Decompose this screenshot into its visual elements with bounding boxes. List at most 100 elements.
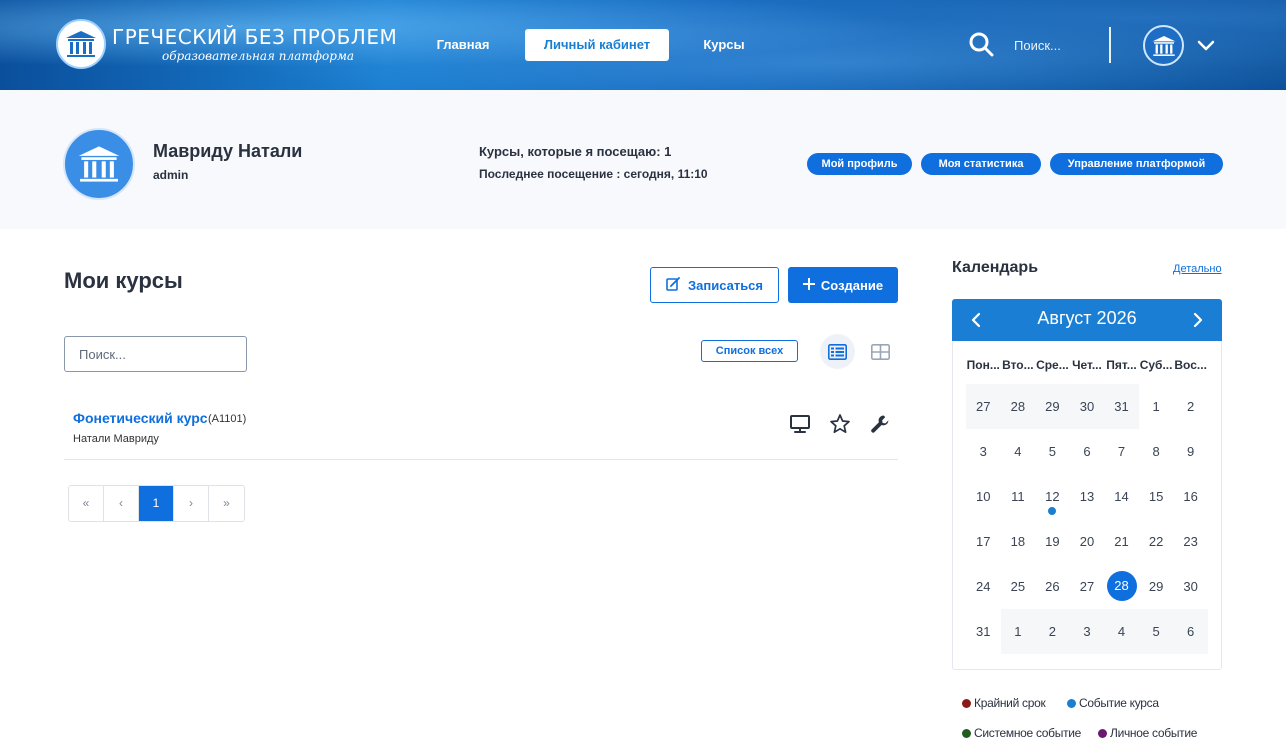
create-label: Создание <box>820 277 884 293</box>
weekday: Сре... <box>1036 358 1069 372</box>
calendar-day[interactable]: 26 <box>1035 564 1070 609</box>
calendar-day[interactable]: 10 <box>966 474 1001 519</box>
calendar-day[interactable]: 1 <box>1139 384 1174 429</box>
calendar-week: 27 28 29 30 31 1 2 <box>966 384 1208 429</box>
calendar-detail-link[interactable]: Детально <box>1173 263 1222 275</box>
nav-home[interactable]: Главная <box>425 29 501 61</box>
pagination: « ‹ 1 › » <box>68 485 245 522</box>
calendar-day[interactable]: 4 <box>1104 609 1139 654</box>
page-first[interactable]: « <box>69 486 104 521</box>
legend-label: Личное событие <box>1110 726 1198 739</box>
calendar-week: 17 18 19 20 21 22 23 <box>966 519 1208 564</box>
calendar-day[interactable]: 2 <box>1173 384 1208 429</box>
calendar-day[interactable]: 15 <box>1139 474 1174 519</box>
course-code: (A1101) <box>208 413 247 425</box>
search-icon[interactable] <box>968 31 994 57</box>
legend-deadline: Крайний срок <box>962 696 1046 710</box>
calendar-day[interactable]: 13 <box>1070 474 1105 519</box>
weekday: Суб... <box>1139 358 1173 372</box>
last-visit: Последнее посещение : сегодня, 11:10 <box>479 167 708 181</box>
legend-label: Событие курса <box>1079 696 1159 710</box>
my-profile-button[interactable]: Мой профиль <box>807 153 912 175</box>
page-title: Мои курсы <box>64 268 183 293</box>
calendar-day[interactable]: 1 <box>1000 609 1036 654</box>
page-prev[interactable]: ‹ <box>104 486 139 521</box>
star-icon[interactable] <box>829 413 851 435</box>
calendar-day[interactable]: 2 <box>1035 609 1070 654</box>
calendar-day[interactable]: 25 <box>1001 564 1036 609</box>
calendar-day[interactable]: 20 <box>1070 519 1105 564</box>
calendar-day[interactable]: 27 <box>966 384 1001 429</box>
calendar-week: 10 11 12 13 14 15 16 <box>966 474 1208 519</box>
calendar-day[interactable]: 11 <box>1001 474 1036 519</box>
page-next[interactable]: › <box>174 486 209 521</box>
page-last[interactable]: » <box>209 486 244 521</box>
nav-personal-cabinet[interactable]: Личный кабинет <box>525 29 669 61</box>
calendar-day[interactable]: 8 <box>1139 429 1174 474</box>
enroll-button[interactable]: Записаться <box>650 267 779 303</box>
list-item: Фонетический курс (A1101) Натали Мавриду <box>64 398 898 460</box>
calendar-day[interactable]: 23 <box>1173 519 1208 564</box>
calendar-day[interactable]: 14 <box>1104 474 1139 519</box>
weekday: Вто... <box>1002 358 1034 372</box>
platform-management-button[interactable]: Управление платформой <box>1050 153 1223 175</box>
calendar-day-today[interactable]: 28 <box>1104 564 1139 609</box>
calendar-title: Календарь <box>952 259 1039 276</box>
calendar-day[interactable]: 30 <box>1173 564 1208 609</box>
calendar-day[interactable]: 24 <box>966 564 1001 609</box>
calendar-day[interactable]: 6 <box>1173 609 1208 654</box>
course-event-dot <box>1048 507 1057 515</box>
calendar-day[interactable]: 27 <box>1070 564 1105 609</box>
course-event-dot <box>1067 698 1076 708</box>
weekday: Вос... <box>1174 358 1207 372</box>
calendar-day[interactable]: 31 <box>966 609 1001 654</box>
calendar-day[interactable]: 19 <box>1035 519 1070 564</box>
calendar-week: 3 4 5 6 7 8 9 <box>966 429 1208 474</box>
my-stats-button[interactable]: Моя статистика <box>921 153 1041 175</box>
calendar-header: Август 2026 <box>952 299 1222 341</box>
calendar-day[interactable]: 31 <box>1104 384 1139 429</box>
desktop-icon[interactable] <box>789 413 811 435</box>
calendar-day[interactable]: 18 <box>1001 519 1036 564</box>
top-header: ГРЕЧЕСКИЙ БЕЗ ПРОБЛЕМ образовательная пл… <box>0 0 1286 90</box>
calendar-day[interactable]: 3 <box>1069 609 1105 654</box>
legend-label: Крайний срок <box>974 696 1046 710</box>
grid-view-icon[interactable] <box>863 334 898 369</box>
calendar-day[interactable]: 28 <box>1000 384 1036 429</box>
create-button[interactable]: Создание <box>788 267 898 303</box>
header-divider <box>1109 27 1111 63</box>
calendar-day-with-event[interactable]: 12 <box>1035 474 1070 519</box>
calendar-day[interactable]: 5 <box>1035 429 1070 474</box>
wrench-icon[interactable] <box>869 413 891 435</box>
list-view-icon[interactable] <box>820 334 855 369</box>
deadline-dot <box>962 698 971 708</box>
course-name-link[interactable]: Фонетический курс <box>73 410 208 426</box>
calendar-day[interactable]: 9 <box>1173 429 1208 474</box>
profile-name: Мавриду Натали <box>153 141 303 161</box>
courses-attending: Курсы, которые я посещаю: 1 <box>479 144 672 159</box>
page-current[interactable]: 1 <box>139 486 174 521</box>
calendar-day[interactable]: 7 <box>1104 429 1139 474</box>
course-search-input[interactable] <box>64 336 247 372</box>
chevron-down-icon[interactable] <box>1196 36 1216 56</box>
day-number: 12 <box>1045 489 1060 504</box>
calendar-day[interactable]: 16 <box>1173 474 1208 519</box>
chevron-right-icon[interactable] <box>1188 310 1208 330</box>
calendar-day[interactable]: 17 <box>966 519 1001 564</box>
calendar-day[interactable]: 5 <box>1138 609 1174 654</box>
avatar[interactable] <box>1143 25 1184 66</box>
list-all-button[interactable]: Список всех <box>701 340 798 362</box>
calendar-day[interactable]: 3 <box>966 429 1001 474</box>
calendar-day[interactable]: 29 <box>1139 564 1174 609</box>
logo-title: ГРЕЧЕСКИЙ БЕЗ ПРОБЛЕМ <box>112 25 398 49</box>
site-logo[interactable]: ГРЕЧЕСКИЙ БЕЗ ПРОБЛЕМ образовательная пл… <box>56 19 397 71</box>
nav-courses[interactable]: Курсы <box>694 29 754 61</box>
header-search-input[interactable] <box>1006 29 1098 61</box>
calendar-day[interactable]: 29 <box>1035 384 1070 429</box>
calendar-day[interactable]: 6 <box>1070 429 1105 474</box>
calendar-day[interactable]: 21 <box>1104 519 1139 564</box>
calendar-day[interactable]: 4 <box>1001 429 1036 474</box>
calendar-day[interactable]: 30 <box>1069 384 1105 429</box>
calendar-day[interactable]: 22 <box>1139 519 1174 564</box>
calendar-month: Август 2026 <box>1037 308 1137 328</box>
